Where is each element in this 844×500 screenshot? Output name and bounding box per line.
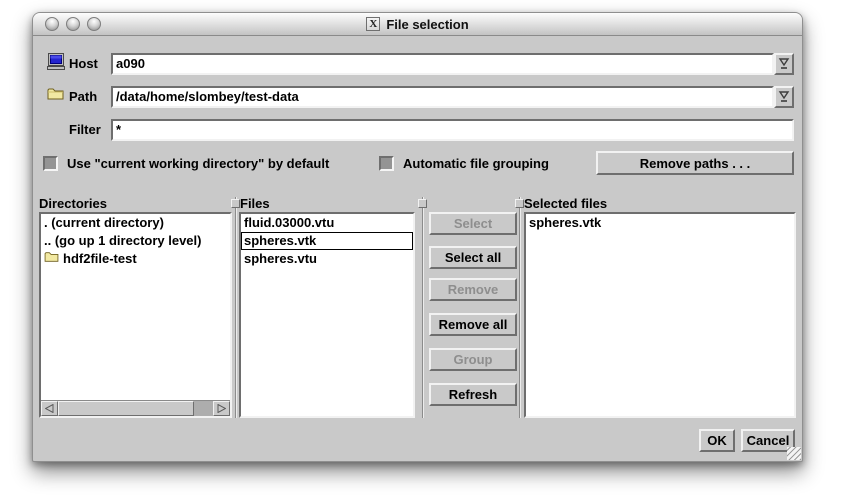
- file-selection-window: X File selection Host a090: [32, 12, 803, 462]
- horizontal-scrollbar[interactable]: [41, 400, 230, 416]
- host-input[interactable]: a090: [111, 53, 774, 75]
- remove-paths-button[interactable]: Remove paths . . .: [596, 151, 794, 175]
- scroll-left-button[interactable]: [41, 401, 58, 416]
- use-cwd-label: Use "current working directory" by defau…: [67, 156, 367, 171]
- list-item-selected[interactable]: spheres.vtk: [241, 232, 413, 250]
- scroll-right-button[interactable]: [213, 401, 230, 416]
- chevron-down-icon: [778, 57, 790, 70]
- title-area: X File selection: [33, 13, 802, 35]
- files-header: Files: [240, 196, 270, 211]
- window-title: File selection: [386, 17, 468, 32]
- splitter-buttons-selected[interactable]: [516, 197, 523, 418]
- folder-icon: [44, 251, 59, 267]
- use-cwd-checkbox[interactable]: [43, 156, 58, 171]
- filter-input[interactable]: *: [111, 119, 794, 141]
- arrow-left-icon: [45, 404, 54, 413]
- splitter-grip[interactable]: [418, 199, 427, 208]
- path-row: Path /data/home/slombey/test-data: [47, 85, 794, 108]
- selected-files-list: spheres.vtk: [524, 212, 796, 418]
- list-item[interactable]: .. (go up 1 directory level): [41, 232, 230, 250]
- title-bar[interactable]: X File selection: [33, 13, 802, 36]
- host-dropdown-button[interactable]: [774, 53, 794, 75]
- scrollbar-track[interactable]: [194, 401, 213, 416]
- list-item[interactable]: fluid.03000.vtu: [241, 214, 413, 232]
- select-button: Select: [429, 212, 517, 235]
- path-dropdown-button[interactable]: [774, 86, 794, 108]
- splitter-grip[interactable]: [231, 199, 240, 208]
- host-row: Host a090: [47, 52, 794, 75]
- directories-list: . (current directory) .. (go up 1 direct…: [39, 212, 232, 418]
- auto-grouping-label: Automatic file grouping: [403, 156, 549, 171]
- list-item[interactable]: hdf2file-test: [41, 250, 230, 268]
- remove-all-button[interactable]: Remove all: [429, 313, 517, 336]
- computer-icon: [47, 53, 69, 75]
- list-item[interactable]: . (current directory): [41, 214, 230, 232]
- remove-button: Remove: [429, 278, 517, 301]
- path-input[interactable]: /data/home/slombey/test-data: [111, 86, 774, 108]
- list-item[interactable]: spheres.vtk: [526, 214, 794, 232]
- scrollbar-thumb[interactable]: [58, 401, 194, 416]
- list-item[interactable]: spheres.vtu: [241, 250, 413, 268]
- host-label: Host: [69, 56, 111, 71]
- refresh-button[interactable]: Refresh: [429, 383, 517, 406]
- filter-row: Filter *: [47, 118, 794, 141]
- select-all-button[interactable]: Select all: [429, 246, 517, 269]
- directories-header: Directories: [39, 196, 107, 211]
- folder-icon: [47, 87, 69, 106]
- chevron-down-icon: [778, 90, 790, 103]
- files-list: fluid.03000.vtu spheres.vtk spheres.vtu: [239, 212, 415, 418]
- arrow-right-icon: [217, 404, 226, 413]
- ok-button[interactable]: OK: [699, 429, 735, 452]
- splitter-directories-files[interactable]: [232, 197, 239, 418]
- splitter-files-buttons[interactable]: [417, 197, 428, 418]
- path-label: Path: [69, 89, 111, 104]
- selected-files-header: Selected files: [524, 196, 607, 211]
- group-button: Group: [429, 348, 517, 371]
- splitter-grip[interactable]: [515, 199, 524, 208]
- filter-label: Filter: [69, 122, 111, 137]
- x11-app-icon: X: [366, 17, 380, 31]
- resize-grip[interactable]: [787, 447, 801, 460]
- auto-grouping-checkbox[interactable]: [379, 156, 394, 171]
